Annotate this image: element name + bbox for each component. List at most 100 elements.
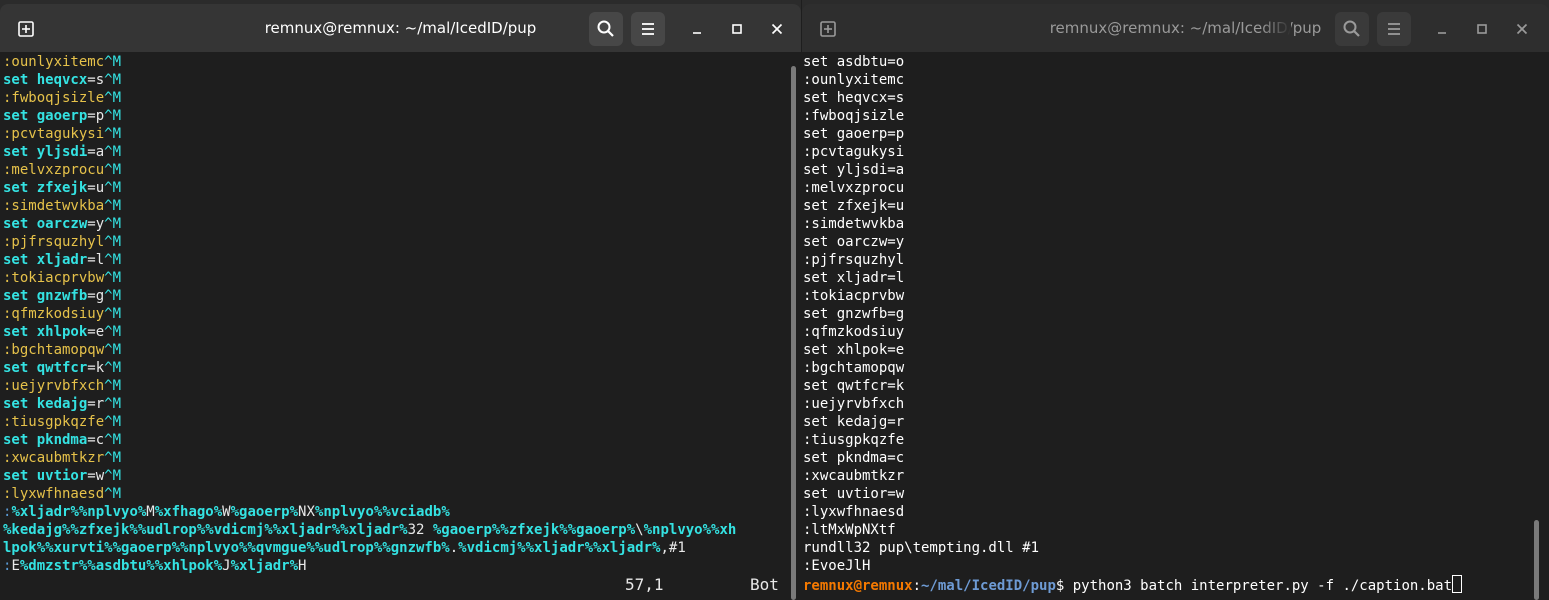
output-line: rundll32 pup\tempting.dll #1 bbox=[803, 540, 1040, 556]
editor-line: %kedajg%%zfxejk%%udlrop%%vdicmj%%xljadr%… bbox=[3, 521, 789, 539]
output-line: :pjfrsquzhyl bbox=[803, 252, 905, 268]
code-token: :pjfrsquzhyl bbox=[3, 234, 105, 250]
output-line: set kedajg=r bbox=[803, 414, 905, 430]
cursor-position: 57,1 bbox=[625, 575, 664, 594]
editor-line: :tokiacprvbw^M bbox=[3, 269, 789, 287]
title-bar[interactable]: remnux@remnux: ~/mal/IcedID/pup bbox=[0, 4, 801, 52]
prompt-path: ~/mal/IcedID/pup bbox=[921, 578, 1056, 593]
scrollbar[interactable] bbox=[1532, 52, 1541, 600]
code-token: kedajg bbox=[36, 396, 88, 412]
code-token: set bbox=[3, 288, 37, 304]
terminal-buffer[interactable]: set asdbtu=o:ounlyxitemc set heqvcx=s:fwb… bbox=[803, 53, 1533, 593]
code-token: J bbox=[222, 558, 231, 574]
code-token: =g bbox=[87, 288, 105, 304]
output-line: :pcvtagukysi bbox=[803, 144, 905, 160]
code-token: =w bbox=[87, 468, 105, 484]
editor-line: :qfmzkodsiuy^M bbox=[3, 305, 789, 323]
editor-line: set yljsdi=a^M bbox=[3, 143, 789, 161]
code-token: %nplvyo%%vciadb% bbox=[314, 504, 450, 520]
code-token: lpok%%xurvti%%gaoerp%%nplvyo%%qvmgue%%ud… bbox=[3, 540, 450, 556]
code-token: %gaoerp%%zfxejk%%gaoerp% bbox=[432, 522, 636, 538]
code-token: :lyxwfhnaesd bbox=[3, 486, 105, 502]
scrollbar[interactable] bbox=[789, 52, 798, 600]
hamburger-menu-icon bbox=[642, 23, 654, 35]
code-token: %xljadr%%nplvyo% bbox=[11, 504, 147, 520]
editor-line: set xljadr=l^M bbox=[3, 251, 789, 269]
code-token: ,#1 bbox=[660, 540, 686, 556]
editor-line: lpok%%xurvti%%gaoerp%%nplvyo%%qvmgue%%ud… bbox=[3, 539, 789, 557]
hamburger-menu-icon bbox=[1388, 23, 1400, 35]
code-token: %kedajg%%zfxejk%%udlrop%%vdicmj%%xljadr%… bbox=[3, 522, 408, 538]
code-token: ^M bbox=[104, 468, 122, 484]
code-token: =y bbox=[87, 216, 105, 232]
command-text: python3 batch_interpreter.py -f ./captio… bbox=[1072, 578, 1453, 593]
scrollbar-thumb[interactable] bbox=[791, 66, 796, 600]
code-token: %xfhago% bbox=[154, 504, 223, 520]
search-button[interactable] bbox=[1335, 12, 1369, 46]
editor-text-area[interactable]: :ounlyxitemc^M set heqvcx=s^M:fwboqjsizle… bbox=[0, 52, 801, 600]
code-token: =r bbox=[87, 396, 105, 412]
maximize-icon bbox=[1477, 24, 1487, 34]
code-token: ^M bbox=[104, 486, 122, 502]
code-token: ^M bbox=[104, 180, 122, 196]
code-token: yljsdi bbox=[36, 144, 88, 160]
code-token: =c bbox=[87, 432, 105, 448]
code-token: set bbox=[3, 432, 37, 448]
code-token: set bbox=[3, 216, 37, 232]
output-line: set xljadr=l bbox=[803, 270, 905, 286]
terminal-window-left[interactable]: remnux@remnux: ~/mal/IcedID/pup:ounlyxi… bbox=[0, 0, 801, 600]
window-title: remnux@remnux: ~/mal/IcedID/pup bbox=[264, 19, 537, 37]
close-icon bbox=[771, 23, 783, 35]
code-token: qwtfcr bbox=[36, 360, 88, 376]
terminal-window-right[interactable]: remnux@remnux: ~/mal/IcedID/pup set asdb… bbox=[802, 0, 1549, 600]
output-line: :tokiacprvbw bbox=[803, 288, 905, 304]
code-token: ^M bbox=[104, 396, 122, 412]
scrollbar-thumb[interactable] bbox=[1534, 520, 1539, 600]
maximize-button[interactable] bbox=[1468, 15, 1496, 43]
title-fade bbox=[1261, 8, 1291, 48]
editor-line: set zfxejk=u^M bbox=[3, 179, 789, 197]
code-token: xhlpok bbox=[36, 324, 88, 340]
close-button[interactable] bbox=[763, 15, 791, 43]
editor-line: set heqvcx=s^M bbox=[3, 71, 789, 89]
output-line: :simdetwvkba bbox=[803, 216, 905, 232]
code-token: %dmzstr%%asdbtu%%xhlpok% bbox=[19, 558, 223, 574]
output-line: :ounlyxitemc bbox=[803, 72, 905, 88]
minimize-icon bbox=[693, 32, 701, 34]
output-line: :xwcaubmtkzr bbox=[803, 468, 905, 484]
output-line: set oarczw=y bbox=[803, 234, 905, 250]
output-line: set xhlpok=e bbox=[803, 342, 905, 358]
menu-button[interactable] bbox=[631, 12, 665, 46]
minimize-button[interactable] bbox=[1428, 15, 1456, 43]
code-token: set bbox=[3, 468, 37, 484]
code-token: =e bbox=[87, 324, 105, 340]
title-bar[interactable]: remnux@remnux: ~/mal/IcedID/pup bbox=[802, 4, 1549, 52]
editor-line: :ounlyxitemc^M bbox=[3, 53, 789, 71]
code-token: ^M bbox=[104, 252, 122, 268]
output-line: :bgchtamopqw bbox=[803, 360, 905, 376]
code-token: =s bbox=[87, 72, 105, 88]
output-line: set yljsdi=a bbox=[803, 162, 905, 178]
code-token: :simdetwvkba bbox=[3, 198, 105, 214]
terminal-output-area[interactable]: set asdbtu=o:ounlyxitemc set heqvcx=s:fwb… bbox=[802, 52, 1549, 600]
output-line: set pkndma=c bbox=[803, 450, 905, 466]
editor-line: set gaoerp=p^M bbox=[3, 107, 789, 125]
scroll-indicator: Bot bbox=[750, 575, 779, 594]
code-token: zfxejk bbox=[36, 180, 88, 196]
editor-buffer[interactable]: :ounlyxitemc^M set heqvcx=s^M:fwboqjsizle… bbox=[3, 53, 789, 575]
editor-line: :E%dmzstr%%asdbtu%%xhlpok%J%xljadr%H bbox=[3, 557, 789, 575]
menu-button[interactable] bbox=[1377, 12, 1411, 46]
output-line: :tiusgpkqzfe bbox=[803, 432, 905, 448]
maximize-button[interactable] bbox=[723, 15, 751, 43]
code-token: set bbox=[3, 108, 37, 124]
search-button[interactable] bbox=[589, 12, 623, 46]
code-token: ^M bbox=[104, 144, 122, 160]
code-token: set bbox=[3, 72, 37, 88]
close-button[interactable] bbox=[1508, 15, 1536, 43]
minimize-button[interactable] bbox=[683, 15, 711, 43]
editor-line: set xhlpok=e^M bbox=[3, 323, 789, 341]
code-token: ^M bbox=[104, 234, 122, 250]
prompt-line[interactable]: remnux@remnux:~/mal/IcedID/pup$ python3 … bbox=[803, 575, 1533, 593]
code-token: =k bbox=[87, 360, 105, 376]
editor-line: set qwtfcr=k^M bbox=[3, 359, 789, 377]
